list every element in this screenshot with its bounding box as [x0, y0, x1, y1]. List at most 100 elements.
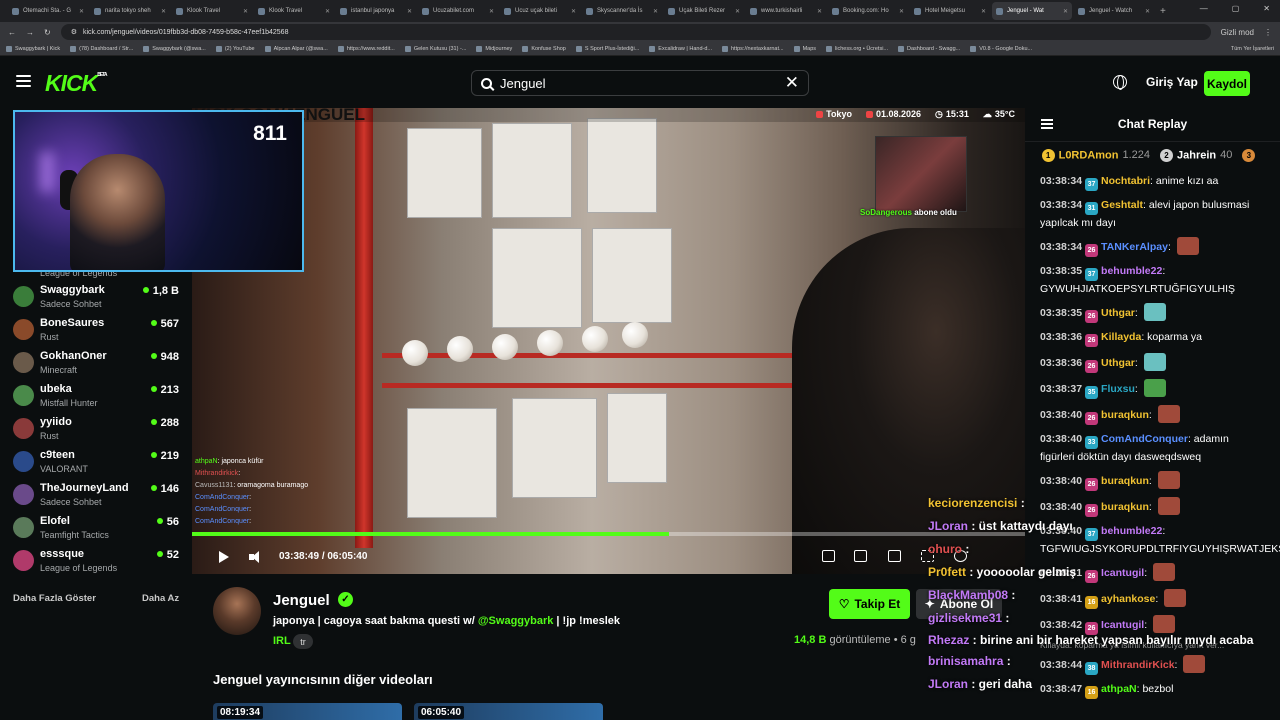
bookmark-item[interactable]: https://www.reddit...	[337, 45, 395, 52]
show-more-button[interactable]: Daha Fazla Göster	[13, 593, 96, 604]
tab-close-icon[interactable]: ✕	[653, 8, 658, 15]
bookmark-item[interactable]: Maps	[793, 45, 816, 52]
reload-icon[interactable]: ↻	[44, 28, 51, 37]
kick-logo[interactable]: KICKBETA	[45, 70, 108, 97]
chat-username[interactable]: behumble22	[1101, 265, 1162, 277]
follow-button[interactable]: ♡ Takip Et	[829, 589, 910, 619]
tab-close-icon[interactable]: ✕	[243, 8, 248, 15]
tab-close-icon[interactable]: ✕	[1063, 8, 1068, 15]
mention-link[interactable]: @Swaggybark	[478, 615, 554, 627]
bookmark-item[interactable]: Midjourney	[476, 45, 512, 52]
browser-tab[interactable]: Uçak Bileti Rezer ✕	[664, 2, 744, 20]
tab-close-icon[interactable]: ✕	[161, 8, 166, 15]
chat-username[interactable]: buraqkun	[1101, 475, 1149, 487]
sidebar-channel[interactable]: c9teen VALORANT 219	[13, 449, 185, 479]
bookmark-item[interactable]: (2) YouTube	[215, 45, 255, 52]
tab-close-icon[interactable]: ✕	[981, 8, 986, 15]
chat-username[interactable]: Killayda	[1101, 331, 1141, 343]
incognito-label[interactable]: Gizli mod	[1221, 28, 1254, 37]
browser-tab[interactable]: Skyscanner'da İs ✕	[582, 2, 662, 20]
language-globe-icon[interactable]	[1113, 75, 1127, 90]
browser-tab[interactable]: www.turkishairli ✕	[746, 2, 826, 20]
menu-kebab-icon[interactable]: ⋮	[1264, 28, 1272, 37]
tab-close-icon[interactable]: ✕	[899, 8, 904, 15]
tab-close-icon[interactable]: ✕	[571, 8, 576, 15]
sidebar-channel[interactable]: ubeka Mistfall Hunter 213	[13, 383, 185, 413]
browser-tab[interactable]: Jenguel - Wat ✕	[992, 2, 1072, 20]
sidebar-channel[interactable]: Swaggybark Sadece Sohbet 1,8 B	[13, 284, 185, 314]
new-tab-icon[interactable]: +	[1160, 6, 1166, 17]
all-bookmarks[interactable]: Tüm Yer İşaretleri	[1231, 46, 1274, 52]
signup-button[interactable]: Kaydol	[1204, 71, 1250, 96]
browser-tab[interactable]: Hotel Meigetsu ✕	[910, 2, 990, 20]
sidebar-channel[interactable]: BoneSaures Rust 567	[13, 317, 185, 347]
miniplayer-icon[interactable]	[822, 550, 835, 562]
clear-search-icon[interactable]: ✕	[785, 73, 799, 93]
video-thumbnail[interactable]: 06:05:40	[414, 703, 603, 720]
bookmark-item[interactable]: lichess.org • Ücretsi...	[826, 45, 888, 52]
sidebar-channel[interactable]: GokhanOner Minecraft 948	[13, 350, 185, 380]
chat-username[interactable]: ComAndConquer	[1101, 433, 1188, 445]
play-icon[interactable]	[219, 551, 229, 563]
chat-username[interactable]: Geshtalt	[1101, 199, 1143, 211]
menu-hamburger-icon[interactable]	[16, 75, 31, 87]
bookmark-item[interactable]: V0.8 - Google Doku...	[970, 45, 1032, 52]
browser-tab[interactable]: narita tokyo sheh ✕	[90, 2, 170, 20]
category-link[interactable]: IRL	[273, 635, 291, 647]
browser-tab[interactable]: Booking.com: Ho ✕	[828, 2, 908, 20]
top-gifter[interactable]: 2 Jahrein 40	[1160, 148, 1232, 162]
bookmark-item[interactable]: https://nextaxkarnat...	[722, 45, 784, 52]
browser-tab[interactable]: Otemachi Sta. - G ✕	[8, 2, 88, 20]
chat-username[interactable]: Uthgar	[1101, 307, 1135, 319]
browser-tab[interactable]: Ucuz uçak bileti ✕	[500, 2, 580, 20]
bookmark-item[interactable]: (78) Dashboard / Str...	[70, 45, 133, 52]
bookmark-item[interactable]: Swaggybark | Kick	[6, 45, 60, 52]
chat-username[interactable]: TANKerAlpay	[1101, 241, 1168, 253]
tab-close-icon[interactable]: ✕	[407, 8, 412, 15]
tab-close-icon[interactable]: ✕	[325, 8, 330, 15]
forward-icon[interactable]: →	[26, 28, 34, 37]
bookmark-item[interactable]: Dashboard - Swagg...	[898, 45, 960, 52]
top-gifter[interactable]: 1 L0RDAmon 1.224	[1041, 148, 1150, 162]
show-less-button[interactable]: Daha Az	[142, 593, 179, 604]
sidebar-channel[interactable]: esssque League of Legends 52	[13, 548, 185, 578]
browser-tab[interactable]: Jenguel - Watch ✕	[1074, 2, 1154, 20]
bookmark-item[interactable]: Konfuse Shop	[522, 45, 566, 52]
bookmark-item[interactable]: Gelen Kutusu (31) -...	[404, 45, 466, 52]
chat-username[interactable]: Uthgar	[1101, 357, 1135, 369]
seek-bar[interactable]	[192, 532, 1025, 536]
theater-mode-icon[interactable]	[854, 550, 867, 562]
minimize-icon[interactable]: —	[1200, 4, 1208, 13]
chat-username[interactable]: buraqkun	[1101, 409, 1149, 421]
maximize-icon[interactable]: ▢	[1232, 4, 1240, 13]
tab-close-icon[interactable]: ✕	[79, 8, 84, 15]
volume-icon[interactable]	[249, 550, 263, 564]
channel-avatar[interactable]	[213, 587, 261, 635]
tab-close-icon[interactable]: ✕	[817, 8, 822, 15]
video-thumbnail[interactable]: 08:19:34	[213, 703, 402, 720]
bookmark-item[interactable]: Alpcan Alpar (@swa...	[264, 45, 328, 52]
bookmark-item[interactable]: S Sport Plus-İstediği...	[575, 45, 639, 52]
login-button[interactable]: Giriş Yap	[1146, 75, 1198, 89]
chat-username[interactable]: Fluxsu	[1101, 383, 1135, 395]
tab-close-icon[interactable]: ✕	[735, 8, 740, 15]
bookmark-item[interactable]: Swaggybark (@swa...	[143, 45, 206, 52]
language-tag[interactable]: tr	[293, 634, 313, 649]
url-field[interactable]: ⚙ kick.com/jenguel/videos/019fbb3d-db08-…	[60, 24, 1211, 40]
back-icon[interactable]: ←	[8, 28, 16, 37]
sidebar-channel[interactable]: TheJourneyLand Sadece Sohbet 146	[13, 482, 185, 512]
browser-tab[interactable]: Ucuzabilet.com ✕	[418, 2, 498, 20]
clip-icon[interactable]	[888, 550, 901, 562]
browser-tab[interactable]: Klook Travel ✕	[254, 2, 334, 20]
close-window-icon[interactable]: ✕	[1263, 4, 1270, 13]
chat-username[interactable]: Nochtabri	[1101, 175, 1150, 187]
video-player[interactable]: KICK.COM/JENGUEL Tokyo 01.08.2026 ◷15:31…	[192, 108, 1025, 574]
bookmark-item[interactable]: Excalidraw | Hand-d...	[649, 45, 712, 52]
channel-name[interactable]: Jenguel	[273, 592, 330, 609]
sidebar-channel[interactable]: Elofel Teamfight Tactics 56	[13, 515, 185, 545]
browser-tab[interactable]: istanbul japonya ✕	[336, 2, 416, 20]
tab-close-icon[interactable]: ✕	[1145, 8, 1150, 15]
browser-tab[interactable]: Klook Travel ✕	[172, 2, 252, 20]
search-input[interactable]	[500, 75, 777, 91]
tab-close-icon[interactable]: ✕	[489, 8, 494, 15]
